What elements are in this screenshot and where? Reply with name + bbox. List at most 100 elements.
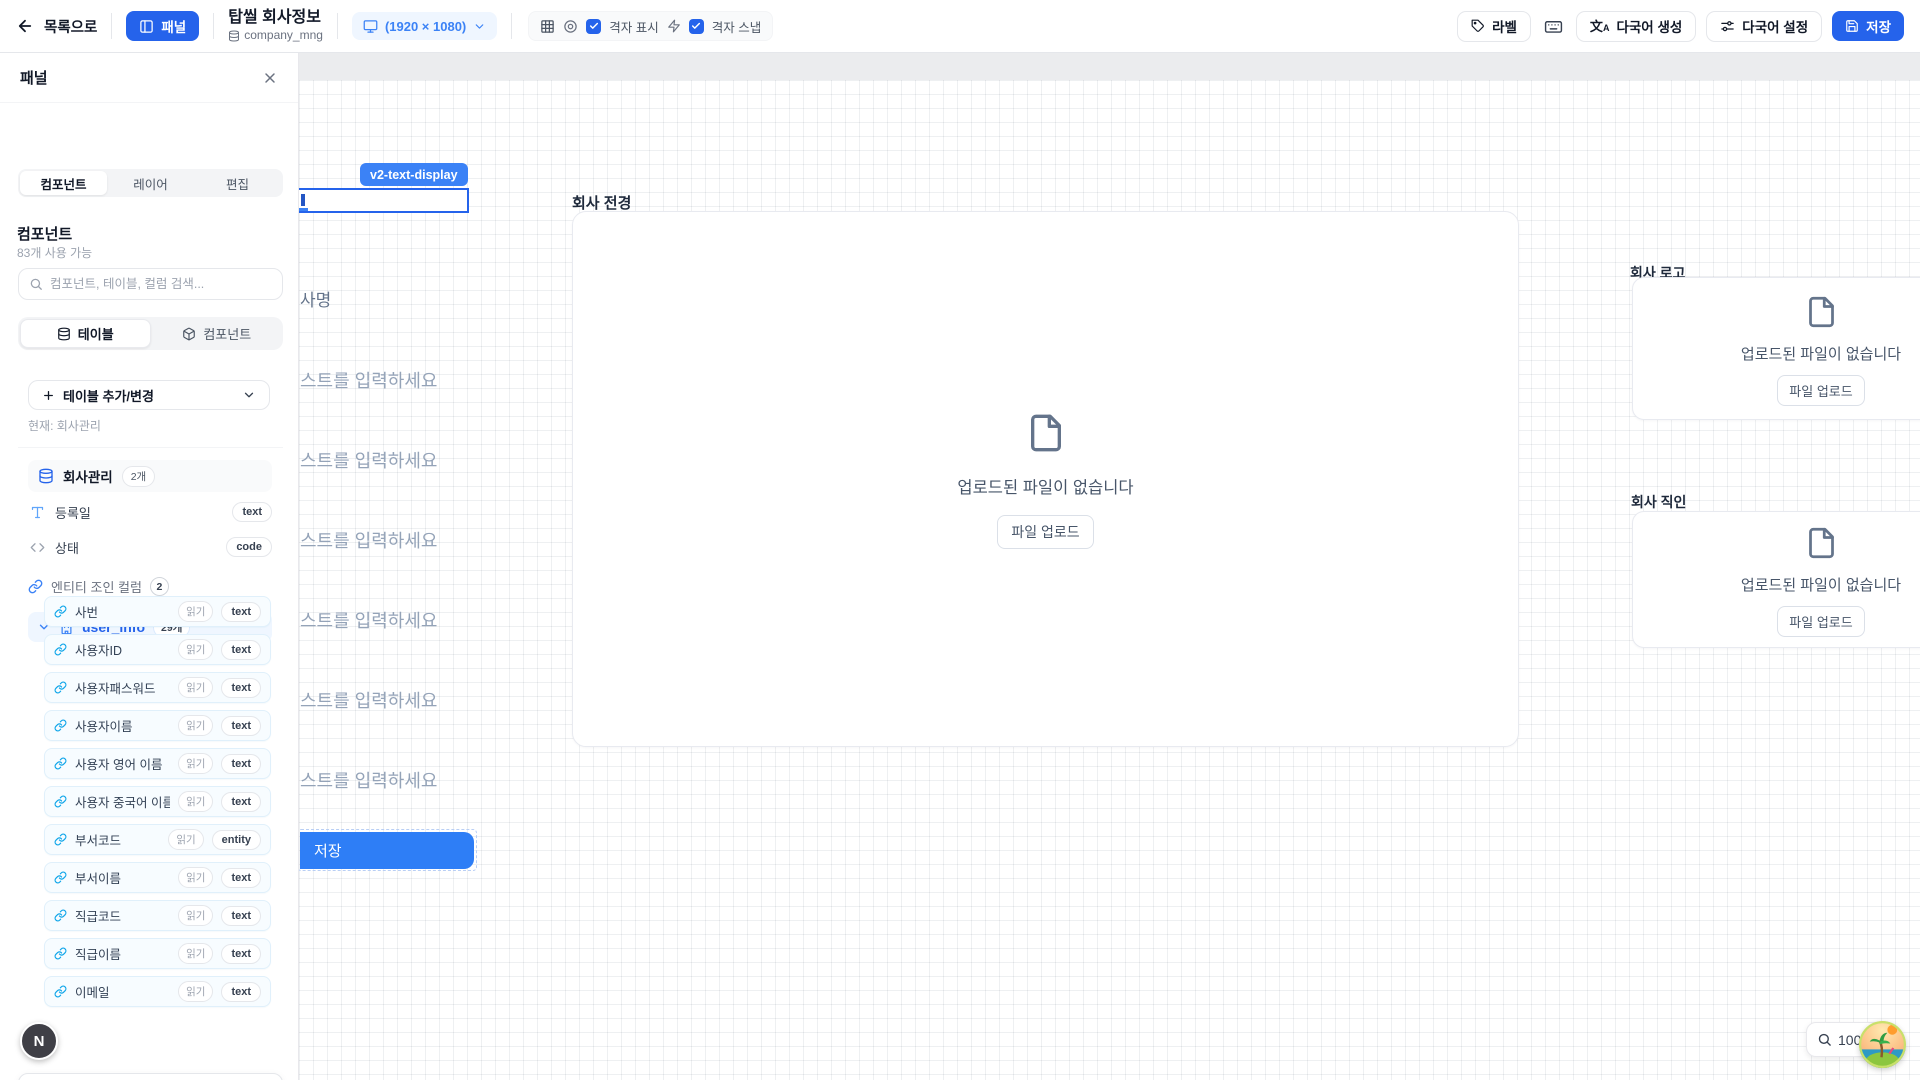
island-avatar-image — [1859, 1021, 1906, 1068]
access-badge: 읽기 — [178, 715, 213, 736]
type-badge: text — [221, 678, 261, 698]
join-column-card[interactable]: 사번 읽기 text — [44, 596, 271, 627]
clipped-text-fragment — [301, 194, 305, 206]
join-column-card[interactable]: 사용자패스워드 읽기 text — [44, 672, 271, 703]
current-table-label: 현재: 회사관리 — [28, 417, 101, 434]
sliders-icon — [1720, 19, 1735, 34]
access-badge: 읽기 — [178, 867, 213, 888]
access-badge: 읽기 — [178, 905, 213, 926]
file-upload-button[interactable]: 파일 업로드 — [997, 515, 1093, 549]
canvas-input-placeholder[interactable]: 스트를 입력하세요 — [300, 447, 437, 473]
divider — [18, 447, 283, 448]
save-button[interactable]: 저장 — [1832, 11, 1904, 41]
table-group-row[interactable]: 회사관리 2개 — [28, 460, 272, 492]
chevron-down-icon — [242, 388, 256, 402]
access-badge: 읽기 — [178, 639, 213, 660]
chevron-down-icon — [473, 20, 486, 33]
join-column-card[interactable]: 사용자이름 읽기 text — [44, 710, 271, 741]
access-badge: 읽기 — [178, 791, 213, 812]
back-label[interactable]: 목록으로 — [44, 16, 97, 37]
mode-component-button[interactable]: 컴포넌트 — [153, 319, 282, 348]
i18n-generate-button[interactable]: 文A 다국어 생성 — [1576, 11, 1696, 42]
panel-tabs: 컴포넌트 레이어 편집 — [18, 169, 283, 197]
i18n-settings-button[interactable]: 다국어 설정 — [1706, 11, 1822, 42]
database-icon — [228, 30, 240, 42]
front-view-upload-card[interactable]: 업로드된 파일이 없습니다 파일 업로드 — [572, 211, 1519, 747]
plus-icon — [42, 389, 55, 402]
keyboard-shortcuts-button[interactable] — [1541, 17, 1566, 36]
divider — [337, 13, 338, 39]
components-count: 83개 사용 가능 — [17, 244, 92, 261]
join-column-card[interactable]: 사용자ID 읽기 text — [44, 634, 271, 665]
check-icon — [691, 21, 701, 31]
tab-edit[interactable]: 편집 — [194, 171, 281, 195]
canvas-input-placeholder[interactable]: 스트를 입력하세요 — [300, 527, 437, 553]
app-root: 목록으로 패널 탑씰 회사정보 company_mng (1920 × 1080… — [0, 0, 1920, 1080]
panel-toggle-button[interactable]: 패널 — [126, 11, 199, 41]
canvas-input-placeholder[interactable]: 스트를 입력하세요 — [300, 767, 437, 793]
join-column-card[interactable]: 부서코드 읽기 entity — [44, 824, 271, 855]
canvas-save-dropzone: 저장 — [297, 829, 477, 871]
add-table-button[interactable]: 테이블 추가/변경 — [28, 380, 270, 410]
seal-upload-card[interactable]: 업로드된 파일이 없습니다 파일 업로드 — [1632, 511, 1920, 648]
save-icon — [1845, 19, 1859, 33]
column-count-badge: 2개 — [122, 466, 156, 487]
database-icon — [38, 468, 54, 484]
type-badge: text — [221, 868, 261, 888]
canvas-input-placeholder[interactable]: 스트를 입력하세요 — [300, 607, 437, 633]
empty-file-text: 업로드된 파일이 없습니다 — [1741, 343, 1901, 364]
check-icon — [589, 21, 599, 31]
search-input[interactable] — [50, 277, 272, 291]
grid-show-label: 격자 표시 — [609, 17, 658, 36]
grid-icon — [540, 19, 555, 34]
monitor-icon — [363, 19, 378, 34]
canvas-input-placeholder[interactable]: 스트를 입력하세요 — [300, 367, 437, 393]
type-badge: text — [221, 906, 261, 926]
top-toolbar: 목록으로 패널 탑씰 회사정보 company_mng (1920 × 1080… — [0, 0, 1920, 53]
arrow-left-icon — [16, 17, 34, 35]
user-avatar[interactable] — [1859, 1021, 1906, 1068]
link-icon — [54, 909, 67, 922]
file-upload-button[interactable]: 파일 업로드 — [1777, 375, 1864, 406]
join-count-badge: 2 — [150, 577, 169, 596]
file-upload-button[interactable]: 파일 업로드 — [1777, 606, 1864, 637]
label-button[interactable]: 라벨 — [1457, 11, 1531, 42]
type-badge: text — [221, 716, 261, 736]
type-badge: text — [221, 602, 261, 622]
join-column-card[interactable]: 사용자 중국어 이름 읽기 text — [44, 786, 271, 817]
mode-table-button[interactable]: 테이블 — [20, 319, 151, 348]
join-column-card[interactable]: 직급코드 읽기 text — [44, 900, 271, 931]
side-panel: 패널 컴포넌트 레이어 편집 컴포넌트 83개 사용 가능 테이블 컴포넌트 — [0, 53, 299, 1080]
join-column-card[interactable]: 부서이름 읽기 text — [44, 862, 271, 893]
grid-snap-checkbox[interactable] — [689, 19, 704, 34]
close-icon[interactable] — [262, 70, 278, 86]
join-column-card[interactable]: 직급이름 읽기 text — [44, 938, 271, 969]
type-text-icon — [30, 505, 45, 520]
canvas-save-button[interactable]: 저장 — [300, 832, 474, 869]
zoom-level: 100 — [1838, 1032, 1861, 1048]
grid-snap-label: 격자 스냅 — [712, 17, 761, 36]
selected-text-display[interactable] — [296, 188, 469, 213]
resolution-selector[interactable]: (1920 × 1080) — [352, 12, 497, 40]
search-icon — [29, 277, 43, 291]
tab-components[interactable]: 컴포넌트 — [20, 171, 107, 195]
link-icon — [54, 681, 67, 694]
canvas-input-placeholder[interactable]: 스트를 입력하세요 — [300, 687, 437, 713]
table-column-row[interactable]: 등록일 text — [30, 500, 272, 524]
languages-icon: 文A — [1590, 20, 1610, 33]
type-badge: code — [226, 537, 272, 557]
tab-layers[interactable]: 레이어 — [107, 171, 194, 195]
back-button[interactable]: 목록으로 — [16, 16, 97, 37]
keyboard-icon — [1544, 17, 1563, 36]
file-icon — [1026, 409, 1066, 457]
table-column-row[interactable]: 상태 code — [30, 535, 272, 559]
join-column-card[interactable]: 이메일 읽기 text — [44, 976, 271, 1007]
grid-show-checkbox[interactable] — [586, 19, 601, 34]
panel-title: 패널 — [20, 67, 48, 88]
join-column-card[interactable]: 사용자 영어 이름 읽기 text — [44, 748, 271, 779]
link-icon — [28, 579, 43, 594]
logo-upload-card[interactable]: 업로드된 파일이 없습니다 파일 업로드 — [1632, 277, 1920, 420]
components-section-title: 컴포넌트 — [17, 223, 72, 244]
circle-dot-icon[interactable] — [563, 19, 578, 34]
access-badge: 읽기 — [178, 677, 213, 698]
